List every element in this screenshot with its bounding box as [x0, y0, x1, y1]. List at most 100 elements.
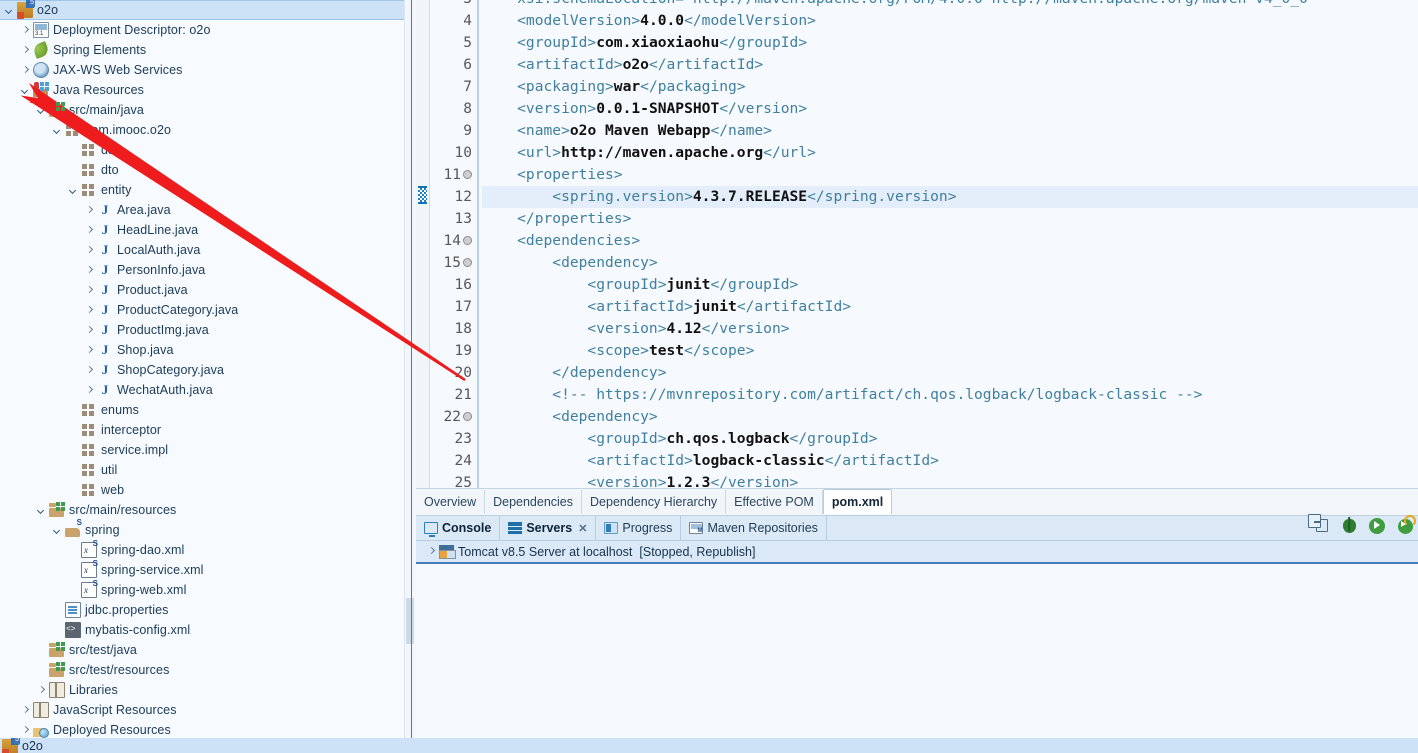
chevron-right-icon[interactable]	[84, 265, 95, 276]
bottom-view-tabs[interactable]: Console Servers ✕ Progress Maven Repositorie…	[416, 515, 1418, 541]
tree-row[interactable]: JavaScript Resources	[0, 700, 414, 720]
tree-row[interactable]: J ShopCategory.java	[0, 360, 414, 380]
tree-row[interactable]: src/main/java	[0, 100, 414, 120]
chevron-down-icon[interactable]	[52, 125, 63, 136]
tree-row[interactable]: interceptor	[0, 420, 414, 440]
chevron-right-icon[interactable]	[84, 305, 95, 316]
servers-view-toolbar[interactable]	[1312, 517, 1414, 535]
editor-tab-pom-xml[interactable]: pom.xml	[822, 489, 893, 514]
fold-toggle-icon[interactable]	[463, 411, 472, 421]
editor-tab-dependency-hierarchy[interactable]: Dependency Hierarchy	[582, 490, 727, 514]
fold-toggle-icon[interactable]	[463, 169, 472, 179]
fold-toggle-icon[interactable]	[463, 257, 472, 267]
code-line[interactable]: <groupId>junit</groupId>	[482, 274, 1418, 296]
tree-row[interactable]: util	[0, 460, 414, 480]
chevron-down-icon[interactable]	[36, 505, 47, 516]
code-line[interactable]: <artifactId>junit</artifactId>	[482, 296, 1418, 318]
code-line[interactable]: <scope>test</scope>	[482, 340, 1418, 362]
code-line[interactable]: <name>o2o Maven Webapp</name>	[482, 120, 1418, 142]
chevron-down-icon[interactable]	[4, 5, 15, 16]
view-tab-progress[interactable]: Progress	[596, 515, 682, 541]
fold-toggle-icon[interactable]	[463, 235, 472, 245]
start-debug-icon[interactable]	[1396, 517, 1414, 535]
tree-row[interactable]: 3.1 Deployment Descriptor: o2o	[0, 20, 414, 40]
tree-row[interactable]: x Sspring-web.xml	[0, 580, 414, 600]
chevron-down-icon[interactable]	[36, 105, 47, 116]
tree-row[interactable]: Java Resources	[0, 80, 414, 100]
close-icon[interactable]: ✕	[578, 522, 587, 535]
chevron-down-icon[interactable]	[52, 525, 63, 536]
tree-row[interactable]: Libraries	[0, 680, 414, 700]
editor-tab-overview[interactable]: Overview	[416, 490, 486, 514]
tree-row[interactable]: dto	[0, 160, 414, 180]
view-tab-maven-repositories[interactable]: Maven Repositories	[681, 515, 827, 541]
tree-row[interactable]: enums	[0, 400, 414, 420]
tree-row[interactable]: jdbc.properties	[0, 600, 414, 620]
tree-row[interactable]: J LocalAuth.java	[0, 240, 414, 260]
editor-code-content[interactable]: xsi:schemaLocation="http://maven.apache.…	[482, 0, 1418, 488]
pom-xml-editor[interactable]: 345678910111213141516171819202122232425 …	[416, 0, 1418, 488]
tree-row[interactable]: J HeadLine.java	[0, 220, 414, 240]
start-icon[interactable]	[1368, 517, 1386, 535]
code-line[interactable]: <dependency>	[482, 252, 1418, 274]
code-line[interactable]: <dependency>	[482, 406, 1418, 428]
editor-vertical-ruler[interactable]	[416, 0, 430, 488]
explorer-editor-splitter[interactable]	[411, 0, 412, 738]
editor-tab-effective-pom[interactable]: Effective POM	[726, 490, 823, 514]
tree-row[interactable]: J ProductImg.java	[0, 320, 414, 340]
code-line[interactable]: <dependencies>	[482, 230, 1418, 252]
editor-tab-dependencies[interactable]: Dependencies	[485, 490, 583, 514]
tree-row[interactable]: J WechatAuth.java	[0, 380, 414, 400]
code-line[interactable]: <groupId>ch.qos.logback</groupId>	[482, 428, 1418, 450]
chevron-right-icon[interactable]	[84, 385, 95, 396]
chevron-right-icon[interactable]	[84, 325, 95, 336]
code-line[interactable]: <!-- https://mvnrepository.com/artifact/…	[482, 384, 1418, 406]
chevron-right-icon[interactable]	[20, 705, 31, 716]
chevron-right-icon[interactable]	[84, 345, 95, 356]
scrollbar-thumb[interactable]	[406, 598, 414, 644]
tree-row-selected[interactable]: 5 o2o	[0, 0, 414, 20]
code-line[interactable]: <properties>	[482, 164, 1418, 186]
tree-row[interactable]: web	[0, 480, 414, 500]
code-line[interactable]: <artifactId>o2o</artifactId>	[482, 54, 1418, 76]
chevron-right-icon[interactable]	[20, 725, 31, 736]
code-line[interactable]: <packaging>war</packaging>	[482, 76, 1418, 98]
tree-row[interactable]: J PersonInfo.java	[0, 260, 414, 280]
chevron-down-icon[interactable]	[20, 85, 31, 96]
code-line[interactable]: <spring.version>4.3.7.RELEASE</spring.ve…	[482, 186, 1418, 208]
tree-row[interactable]: J Area.java	[0, 200, 414, 220]
code-line[interactable]: <version>0.0.1-SNAPSHOT</version>	[482, 98, 1418, 120]
code-line[interactable]: </dependency>	[482, 362, 1418, 384]
server-list-item[interactable]: Tomcat v8.5 Server at localhost [Stopped…	[416, 541, 1418, 562]
chevron-right-icon[interactable]	[426, 546, 437, 557]
tree-row[interactable]: JAX-WS Web Services	[0, 60, 414, 80]
code-line[interactable]: xsi:schemaLocation="http://maven.apache.…	[482, 0, 1418, 10]
chevron-right-icon[interactable]	[84, 205, 95, 216]
tree-row[interactable]: service.impl	[0, 440, 414, 460]
tree-row[interactable]: Deployed Resources	[0, 720, 414, 738]
chevron-right-icon[interactable]	[36, 685, 47, 696]
tree-row[interactable]: mybatis-config.xml	[0, 620, 414, 640]
tree-row[interactable]: src/test/resources	[0, 660, 414, 680]
code-line[interactable]: <url>http://maven.apache.org</url>	[482, 142, 1418, 164]
tree-row[interactable]: J Shop.java	[0, 340, 414, 360]
view-tab-console[interactable]: Console	[416, 515, 501, 541]
tree-row[interactable]: src/main/resources	[0, 500, 414, 520]
view-tab-servers[interactable]: Servers ✕	[500, 515, 597, 541]
tree-row[interactable]: J Product.java	[0, 280, 414, 300]
chevron-right-icon[interactable]	[84, 365, 95, 376]
editor-form-tabs[interactable]: Overview Dependencies Dependency Hierarchy…	[416, 488, 1418, 514]
tree-row[interactable]: dao	[0, 140, 414, 160]
chevron-right-icon[interactable]	[20, 45, 31, 56]
chevron-right-icon[interactable]	[84, 225, 95, 236]
copy-icon[interactable]	[1312, 517, 1330, 535]
tree-row[interactable]: Sspring	[0, 519, 414, 540]
code-line[interactable]: <groupId>com.xiaoxiaohu</groupId>	[482, 32, 1418, 54]
tree-row[interactable]: J ProductCategory.java	[0, 300, 414, 320]
code-line[interactable]: <version>4.12</version>	[482, 318, 1418, 340]
chevron-right-icon[interactable]	[84, 245, 95, 256]
project-explorer-tree[interactable]: 5 o2o 3.1 Deployment Descriptor: o2o Spring …	[0, 0, 414, 738]
tree-row[interactable]: Spring Elements	[0, 40, 414, 60]
servers-view[interactable]: Tomcat v8.5 Server at localhost [Stopped…	[416, 540, 1418, 738]
tree-row[interactable]: x Sspring-dao.xml	[0, 540, 414, 560]
